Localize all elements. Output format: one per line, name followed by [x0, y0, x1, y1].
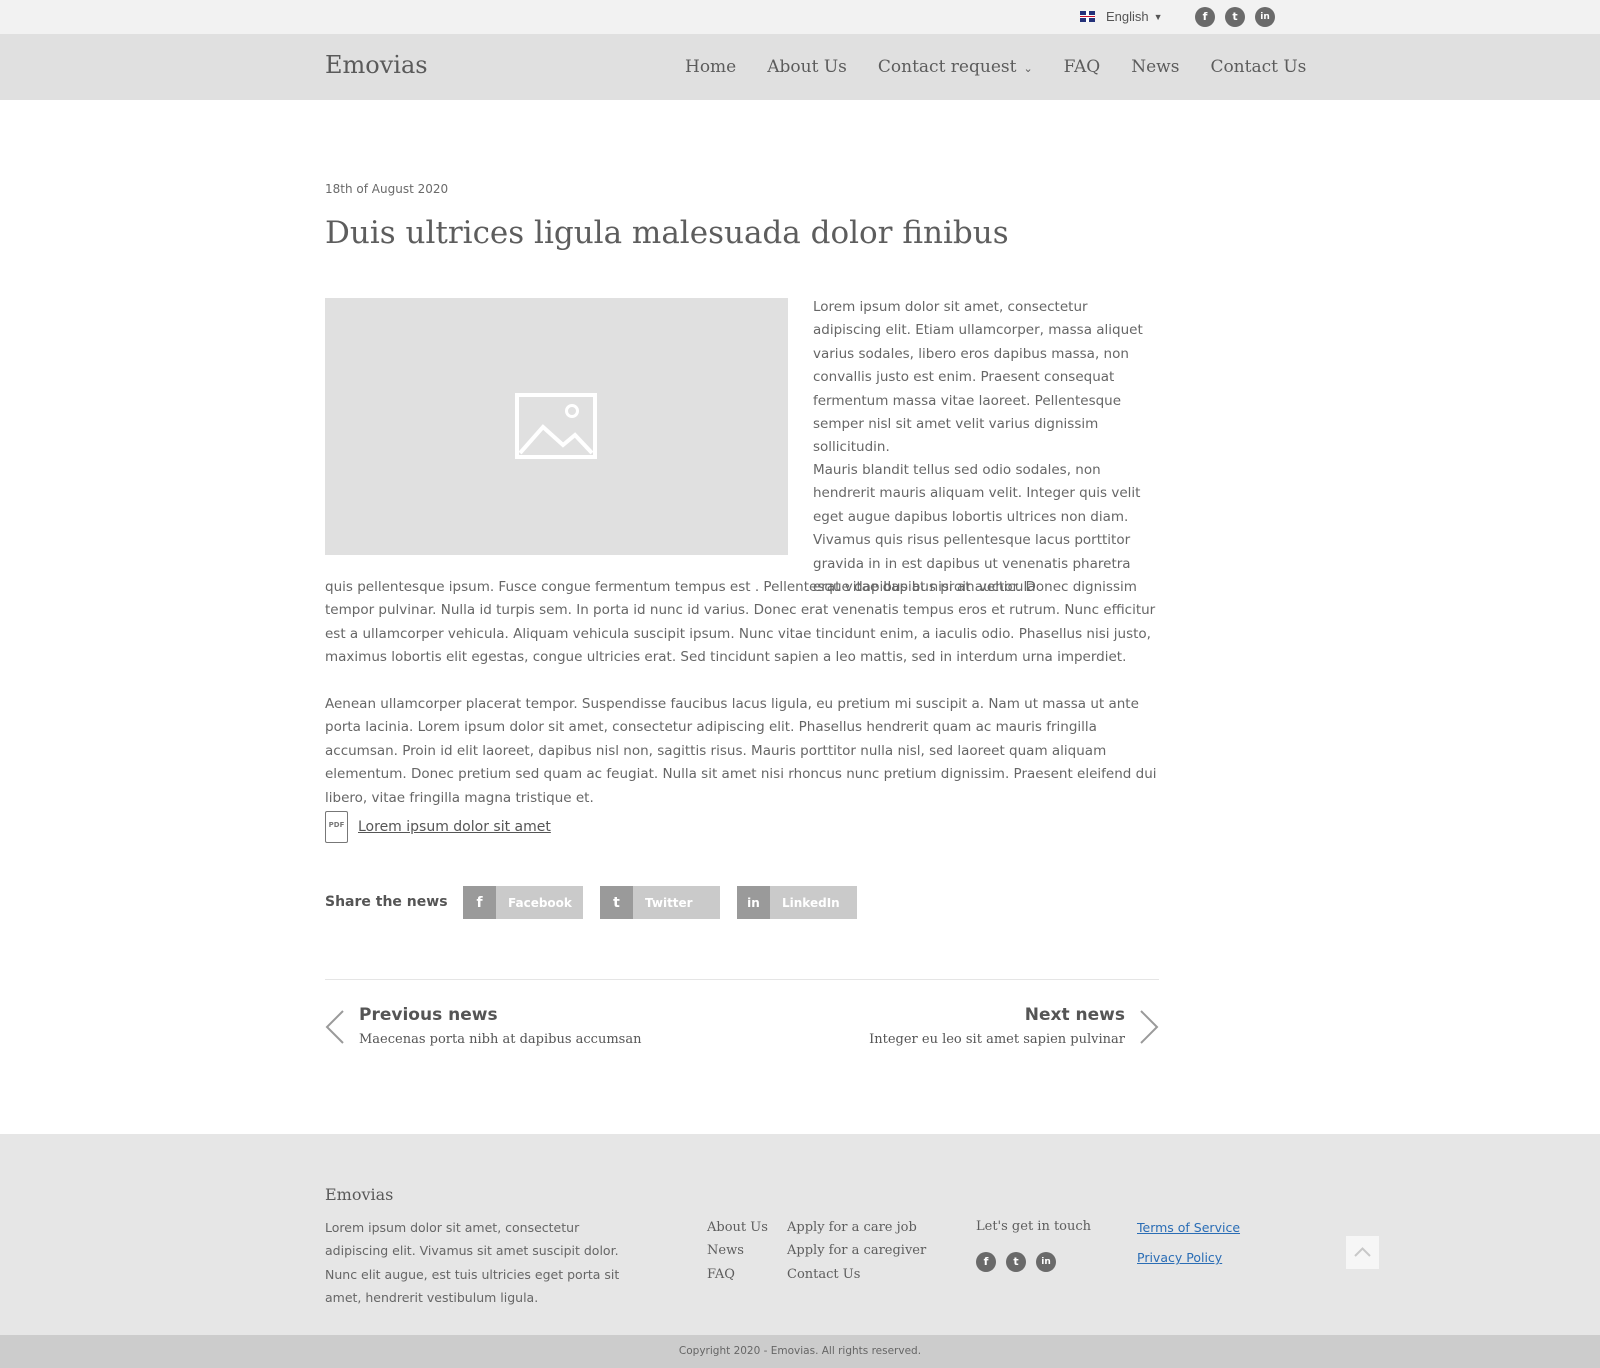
- copyright-bar: Copyright 2020 - Emovias. All rights res…: [0, 1335, 1600, 1368]
- twitter-icon[interactable]: t: [1225, 7, 1245, 27]
- linkedin-icon[interactable]: in: [1255, 7, 1275, 27]
- footer-logo[interactable]: Emovias: [325, 1185, 393, 1204]
- site-logo[interactable]: Emovias: [325, 51, 428, 79]
- facebook-icon[interactable]: f: [1195, 7, 1215, 27]
- twitter-icon[interactable]: t: [1006, 1252, 1026, 1272]
- linkedin-icon: in: [737, 886, 770, 919]
- chevron-left-icon[interactable]: [325, 1010, 345, 1044]
- linkedin-icon[interactable]: in: [1036, 1252, 1056, 1272]
- article-paragraph-4: Aenean ullamcorper placerat tempor. Susp…: [325, 696, 1157, 806]
- next-news-subtitle[interactable]: Integer eu leo sit amet sapien pulvinar: [869, 1032, 1125, 1047]
- footer-link-about-us[interactable]: About Us: [707, 1216, 768, 1239]
- footer-link-faq[interactable]: FAQ: [707, 1263, 768, 1286]
- footer-social-links: f t in: [976, 1252, 1056, 1272]
- pdf-download-link[interactable]: Lorem ipsum dolor sit amet: [358, 819, 551, 835]
- footer-link-contact-us[interactable]: Contact Us: [787, 1263, 926, 1286]
- share-linkedin-label: LinkedIn: [782, 895, 840, 910]
- share-twitter-button[interactable]: t Twitter: [600, 886, 720, 919]
- nav-contact-request[interactable]: Contact request ⌄: [878, 57, 1033, 77]
- article-paragraph-1: Lorem ipsum dolor sit amet, consectetur …: [813, 299, 1143, 456]
- pdf-badge-label: PDF: [328, 821, 345, 829]
- share-facebook-button[interactable]: f Facebook: [463, 886, 583, 919]
- nav-about-us[interactable]: About Us: [767, 57, 847, 77]
- previous-news-title[interactable]: Previous news: [359, 1005, 498, 1025]
- share-label: Share the news: [325, 894, 448, 910]
- article-date: 18th of August 2020: [325, 182, 449, 196]
- footer-link-news[interactable]: News: [707, 1239, 768, 1262]
- chevron-down-icon: ⌄: [1023, 62, 1033, 75]
- article-title: Duis ultrices ligula malesuada dolor fin…: [325, 215, 1009, 251]
- facebook-icon: f: [463, 886, 496, 919]
- nav-faq[interactable]: FAQ: [1064, 57, 1101, 77]
- top-bar: [0, 0, 1600, 34]
- chevron-right-icon[interactable]: [1139, 1010, 1159, 1044]
- nav-contact-us[interactable]: Contact Us: [1210, 57, 1306, 77]
- language-selector[interactable]: English ▼: [1080, 9, 1163, 24]
- image-mountain-shape: [519, 424, 593, 455]
- language-label: English: [1106, 9, 1149, 24]
- share-linkedin-button[interactable]: in LinkedIn: [737, 886, 857, 919]
- footer-links-col-2: Apply for a care job Apply for a caregiv…: [787, 1216, 926, 1286]
- footer-link-apply-care-job[interactable]: Apply for a care job: [787, 1216, 926, 1239]
- back-to-top-button[interactable]: [1346, 1236, 1379, 1269]
- article-paragraph-3: quis pellentesque ipsum. Fusce congue fe…: [325, 579, 1156, 666]
- footer-description: Lorem ipsum dolor sit amet, consectetur …: [325, 1220, 620, 1306]
- privacy-policy-link[interactable]: Privacy Policy: [1137, 1250, 1222, 1265]
- nav-contact-request-label: Contact request: [877, 57, 1017, 77]
- share-facebook-label: Facebook: [508, 895, 572, 910]
- footer-get-in-touch: Let's get in touch: [976, 1219, 1092, 1234]
- pdf-download-icon[interactable]: PDF: [325, 811, 348, 843]
- nav-home[interactable]: Home: [685, 57, 736, 77]
- nav-news[interactable]: News: [1131, 57, 1179, 77]
- next-news-title[interactable]: Next news: [1025, 1005, 1125, 1025]
- share-twitter-label: Twitter: [645, 895, 693, 910]
- image-placeholder-icon: [515, 393, 597, 459]
- pager-divider: [325, 979, 1159, 980]
- footer-links-col-1: About Us News FAQ: [707, 1216, 768, 1286]
- facebook-icon[interactable]: f: [976, 1252, 996, 1272]
- top-social-links: f t in: [1195, 7, 1275, 27]
- terms-of-service-link[interactable]: Terms of Service: [1137, 1220, 1240, 1235]
- footer-link-apply-caregiver[interactable]: Apply for a caregiver: [787, 1239, 926, 1262]
- main-nav: Home About Us Contact request ⌄ FAQ News …: [685, 57, 1306, 77]
- twitter-icon: t: [600, 886, 633, 919]
- previous-news-subtitle[interactable]: Maecenas porta nibh at dapibus accumsan: [359, 1032, 641, 1047]
- uk-flag-icon: [1080, 11, 1095, 22]
- chevron-up-icon: [1354, 1247, 1371, 1257]
- caret-down-icon: ▼: [1153, 11, 1163, 22]
